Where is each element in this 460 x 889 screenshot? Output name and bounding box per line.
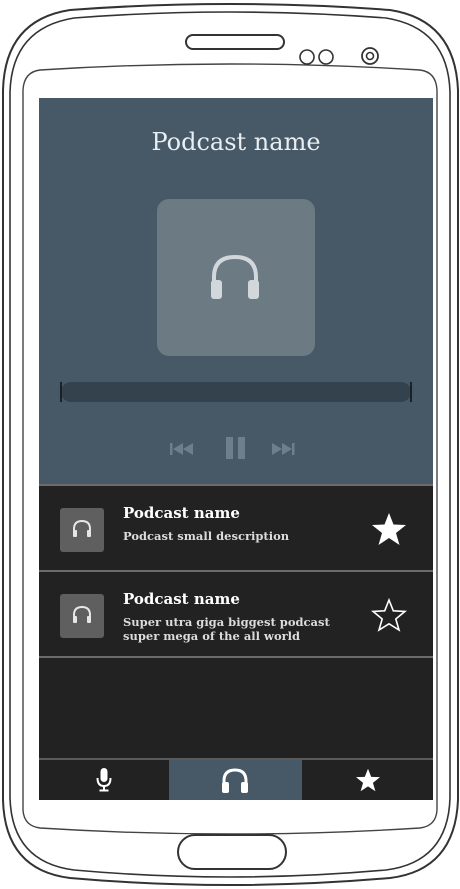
headphones-icon: [73, 520, 91, 537]
podcast-list: Podcast name Podcast small description P…: [39, 484, 433, 758]
headphones-icon: [222, 768, 248, 793]
podcast-item-title: Podcast name: [123, 590, 240, 608]
headphones-icon: [211, 254, 259, 299]
tab-favorites[interactable]: [302, 760, 433, 800]
star-icon: [356, 768, 380, 792]
list-divider: [39, 656, 433, 658]
progress-bar[interactable]: [61, 382, 411, 402]
podcast-item-description: Super utra giga biggest podcast super me…: [123, 615, 330, 643]
tab-podcasts[interactable]: [170, 760, 301, 800]
previous-icon[interactable]: [170, 442, 194, 456]
headphones-icon: [73, 606, 91, 623]
microphone-icon: [96, 768, 112, 792]
podcast-thumbnail: [60, 508, 104, 552]
tab-record[interactable]: [39, 760, 169, 800]
list-item[interactable]: Podcast name Podcast small description: [39, 484, 433, 570]
star-filled-icon[interactable]: [371, 512, 407, 546]
app-screen: Podcast name Podcast name Podcast small …: [39, 98, 433, 800]
progress-end-marker: [410, 382, 412, 402]
podcast-item-description: Podcast small description: [123, 529, 290, 543]
list-item[interactable]: Podcast name Super utra giga biggest pod…: [39, 570, 433, 656]
next-icon[interactable]: [271, 442, 295, 456]
podcast-item-title: Podcast name: [123, 504, 240, 522]
now-playing-panel: Podcast name: [39, 98, 433, 484]
podcast-thumbnail: [60, 594, 104, 638]
bottom-tab-bar: [39, 758, 433, 800]
podcast-title: Podcast name: [151, 128, 321, 156]
star-outline-icon[interactable]: [371, 598, 407, 632]
pause-icon[interactable]: [225, 436, 247, 460]
progress-start-marker: [60, 382, 62, 402]
podcast-artwork: [157, 199, 315, 356]
playback-controls: [39, 434, 433, 464]
